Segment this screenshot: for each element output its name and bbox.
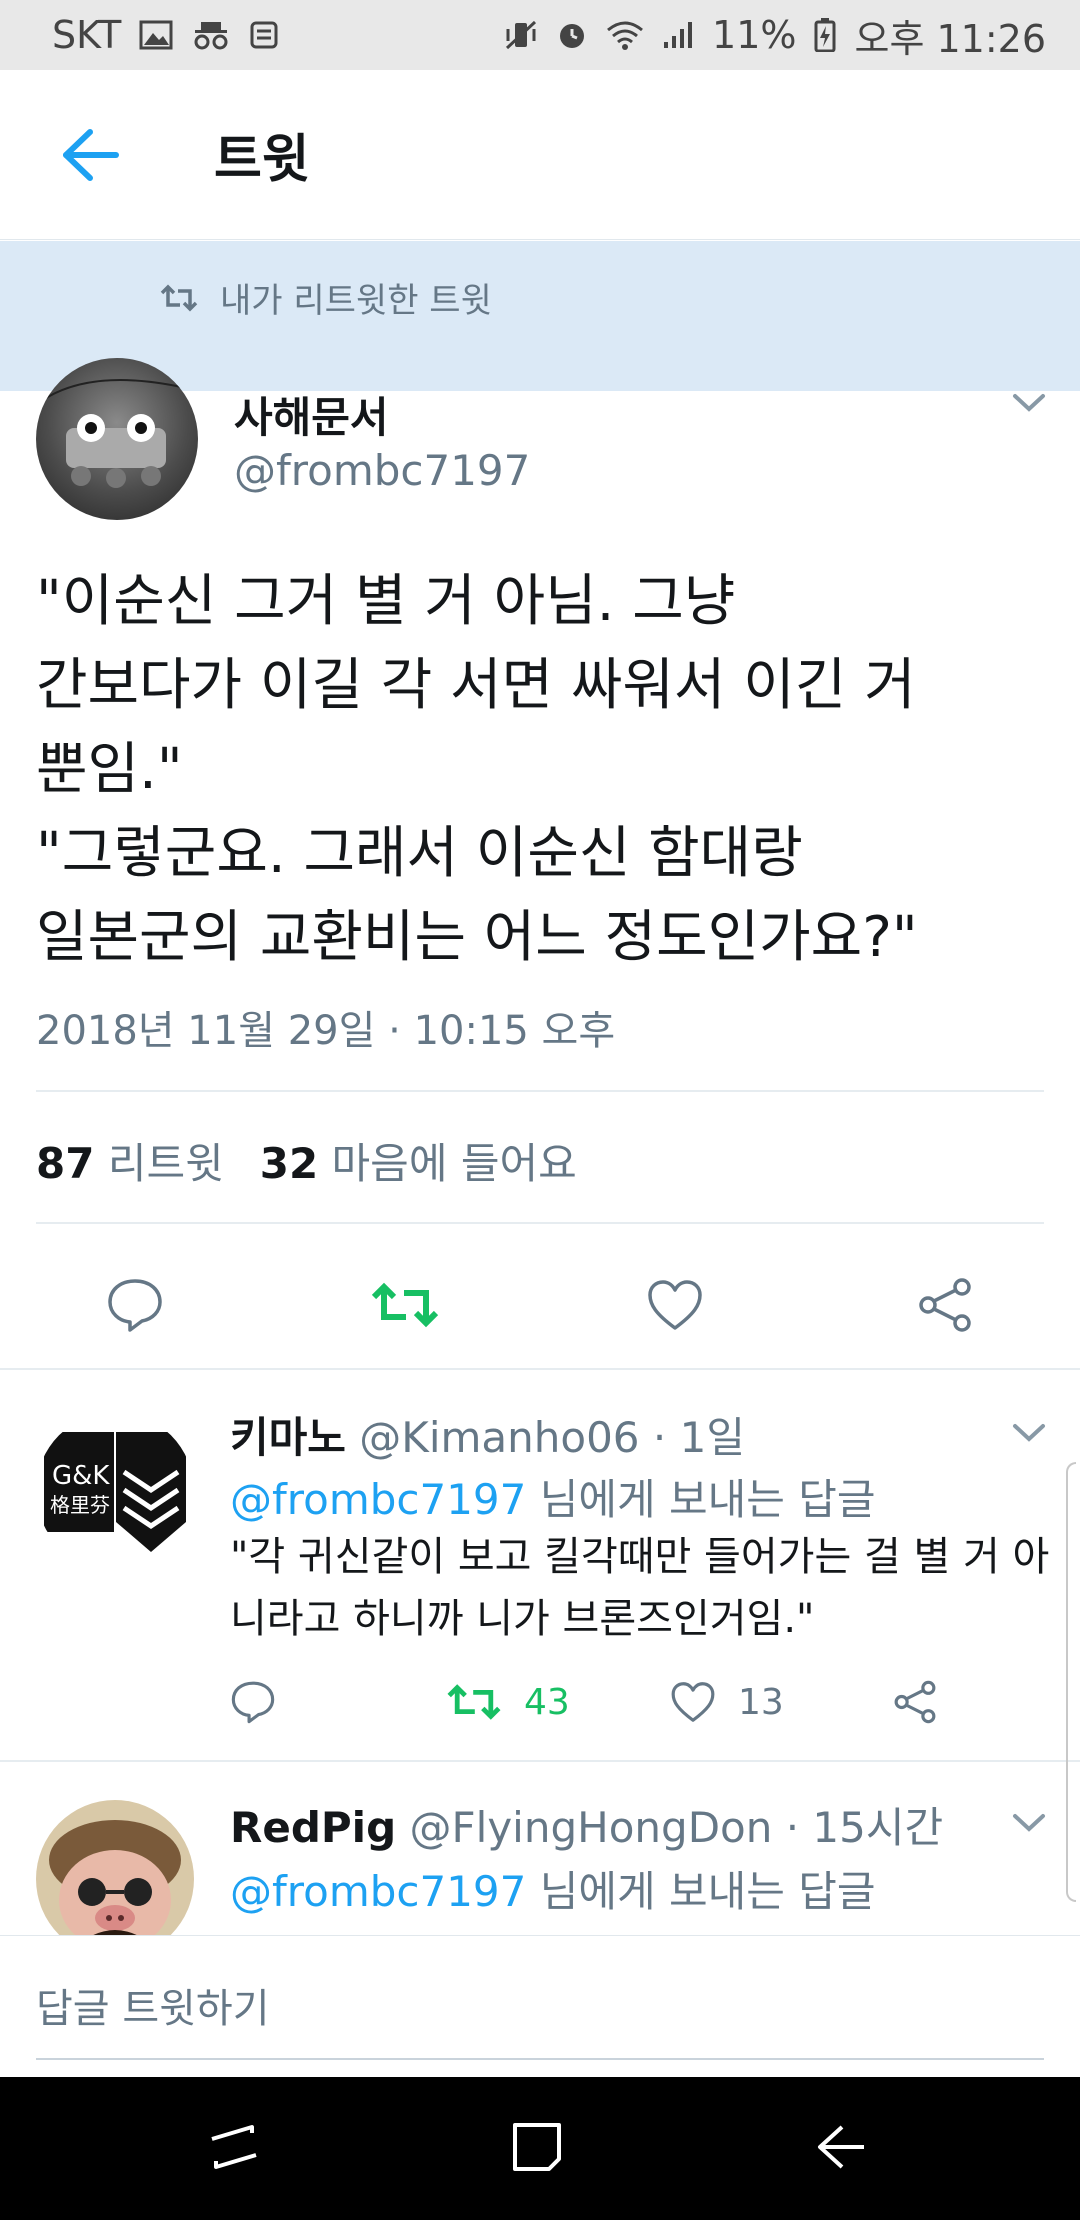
author-name[interactable]: 사해문서: [234, 384, 389, 445]
share-button[interactable]: [890, 1250, 1000, 1360]
mention-link[interactable]: @frombc7197: [230, 1867, 526, 1916]
reply-menu-button[interactable]: [1006, 1800, 1052, 1846]
reply-author-name[interactable]: 키마노: [230, 1413, 346, 1462]
reply-menu-button[interactable]: [1006, 1410, 1052, 1456]
reply-retweet-count: 43: [524, 1681, 570, 1723]
incognito-icon: [191, 20, 231, 50]
reply-icon: [108, 1279, 162, 1332]
avatar-image: G&K 格里芬: [44, 1432, 186, 1552]
chevron-down-icon: [1013, 394, 1045, 412]
tweet-stats: 87 리트윗 32 마음에 들어요: [36, 1130, 577, 1191]
divider: [36, 1222, 1044, 1224]
reply-button[interactable]: [230, 1662, 276, 1742]
reply-to-line: @frombc7197 님에게 보내는 답글: [230, 1858, 876, 1919]
reply-action-bar: 43 13: [0, 1662, 1080, 1742]
retweet-count: 87: [36, 1139, 95, 1188]
retweet-stat[interactable]: 87 리트윗: [36, 1130, 224, 1191]
like-count: 32: [259, 1139, 319, 1188]
share-button[interactable]: [892, 1662, 938, 1742]
message-notification-icon: [249, 20, 279, 50]
like-button[interactable]: 13: [670, 1662, 784, 1742]
input-underline: [36, 2058, 1044, 2060]
reply-time: · 15시간: [785, 1803, 944, 1852]
like-stat-label: 마음에 들어요: [331, 1139, 577, 1188]
vibrate-mute-icon: [504, 19, 538, 51]
author-avatar[interactable]: [36, 358, 198, 520]
status-right: 11% 오후 11:26: [504, 8, 1046, 63]
scrollbar[interactable]: [1066, 1462, 1076, 1902]
reply-header: 키마노 @Kimanho06 · 1일: [230, 1404, 745, 1465]
arrow-left-icon: [63, 128, 119, 181]
author-handle[interactable]: @frombc7197: [234, 446, 530, 495]
reply-author-handle[interactable]: @Kimanho06: [359, 1413, 639, 1462]
reply-time: · 1일: [652, 1413, 745, 1462]
reply-author-name[interactable]: RedPig: [230, 1803, 396, 1852]
home-button[interactable]: [497, 2107, 577, 2187]
divider: [36, 1090, 1044, 1092]
wifi-icon: [606, 20, 644, 50]
retweet-button[interactable]: 43: [446, 1662, 570, 1742]
battery-charging-icon: [814, 18, 836, 52]
reply-input[interactable]: 답글 트윗하기: [36, 1976, 270, 2034]
reply-icon: [231, 1681, 275, 1724]
retweet-context: 내가 리트윗한 트윗: [160, 273, 492, 322]
divider: [0, 1760, 1080, 1762]
system-nav-bar: [0, 2077, 1080, 2220]
reply-author-handle[interactable]: @FlyingHongDon: [410, 1803, 773, 1852]
chevron-down-icon: [1013, 1814, 1045, 1832]
home-icon: [513, 2123, 561, 2171]
gallery-notification-icon: [139, 20, 173, 50]
svg-text:G&K: G&K: [52, 1461, 110, 1491]
status-bar: SKT 11% 오후 11:26: [0, 0, 1080, 70]
like-stat[interactable]: 32 마음에 들어요: [260, 1130, 577, 1191]
retweet-icon: [160, 284, 198, 311]
mention-link[interactable]: @frombc7197: [230, 1475, 526, 1524]
retweet-icon: [371, 1282, 439, 1328]
recent-apps-button[interactable]: [194, 2107, 274, 2187]
carrier-label: SKT: [52, 13, 122, 57]
reply-like-count: 13: [738, 1681, 784, 1723]
like-button[interactable]: [620, 1250, 730, 1360]
reply-avatar[interactable]: G&K 格里芬: [36, 1412, 194, 1570]
heart-icon: [671, 1682, 715, 1722]
reply-to-line: @frombc7197 님에게 보내는 답글: [230, 1466, 876, 1527]
clock: 오후 11:26: [854, 16, 1046, 61]
back-button[interactable]: [0, 70, 180, 240]
divider: [0, 1368, 1080, 1370]
svg-text:格里芬: 格里芬: [50, 1493, 110, 1517]
tweet-menu-button[interactable]: [1006, 380, 1052, 426]
reply-composer[interactable]: 답글 트윗하기: [0, 1935, 1080, 2077]
retweet-stat-label: 리트윗: [107, 1139, 224, 1188]
battery-percent: 11%: [712, 13, 797, 57]
nav-back-button[interactable]: [800, 2107, 880, 2187]
retweet-banner: 내가 리트윗한 트윗: [0, 241, 1080, 391]
retweet-context-label: 내가 리트윗한 트윗: [220, 281, 492, 321]
chevron-down-icon: [1013, 1424, 1045, 1442]
back-icon: [818, 2125, 864, 2169]
avatar-image: [45, 379, 187, 488]
reply-to-suffix: 님에게 보내는 답글: [526, 1867, 876, 1916]
alarm-icon: [556, 19, 588, 51]
tweet-action-bar: [0, 1250, 1080, 1360]
recent-apps-icon: [211, 2125, 257, 2169]
reply-text: "각 귀신같이 보고 킬각때만 들어가는 걸 별 거 아니라고 하니까 니가 브…: [230, 1534, 1050, 1642]
reply-button[interactable]: [80, 1250, 190, 1360]
heart-icon: [648, 1280, 702, 1330]
retweet-icon: [447, 1684, 501, 1720]
retweet-button[interactable]: [350, 1250, 460, 1360]
reply-header: RedPig @FlyingHongDon · 15시간: [230, 1794, 943, 1855]
share-icon: [894, 1680, 936, 1724]
share-icon: [919, 1278, 971, 1332]
page-title: 트윗: [214, 130, 310, 190]
signal-icon: [662, 20, 694, 50]
app-header: 트윗: [0, 70, 1080, 240]
status-left: SKT: [52, 13, 279, 57]
tweet-text: "이순신 그거 별 거 아님. 그냥 간보다가 이길 각 서면 싸워서 이긴 거…: [36, 569, 918, 970]
tweet-timestamp: 2018년 11월 29일 · 10:15 오후: [36, 1008, 616, 1054]
reply-to-suffix: 님에게 보내는 답글: [526, 1475, 876, 1524]
